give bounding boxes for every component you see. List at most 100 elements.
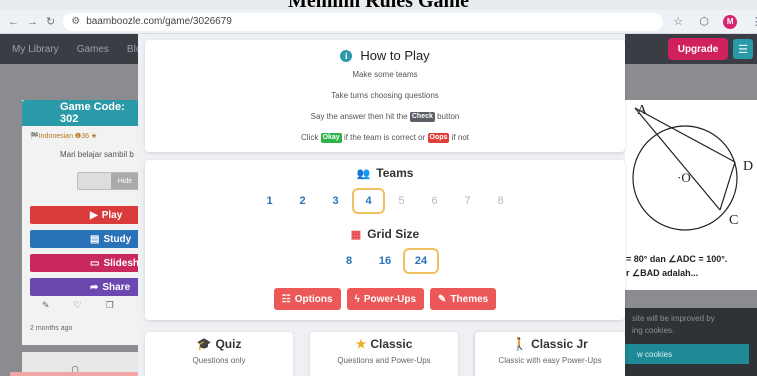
- team-option-4[interactable]: 4: [352, 188, 385, 214]
- brush-icon: ✎: [438, 293, 447, 305]
- rule-line-3-pre: Say the answer then hit the: [310, 112, 408, 122]
- quiz-heading: 🎓 Quiz: [145, 337, 293, 351]
- power-ups-button[interactable]: ϟ Power-Ups: [346, 288, 425, 310]
- how-to-play-card: i How to Play Make some teams Take turns…: [145, 40, 625, 152]
- options-button[interactable]: ☷ Options: [273, 288, 341, 310]
- users-icon: 👥: [356, 167, 371, 180]
- game-settings-card: 👥 Teams 1 2 3 4 5 6 7 8 ▦ Grid Size 8 16…: [145, 160, 625, 320]
- share-label: Share: [102, 281, 131, 293]
- oops-tag: Oops: [427, 133, 450, 143]
- mode-quiz-card[interactable]: 🎓 Quiz Questions only: [145, 332, 293, 376]
- url-text: baamboozle.com/game/3026679: [86, 16, 232, 27]
- team-option-5[interactable]: 5: [385, 188, 418, 214]
- rule-line-4: Click Okay if the team is correct or Oop…: [145, 133, 625, 143]
- edit-icon[interactable]: ✎: [42, 300, 50, 311]
- info-icon: i: [340, 49, 353, 62]
- classic-desc: Questions and Power-Ups: [337, 356, 431, 365]
- study-button[interactable]: ▤ Study: [30, 230, 140, 248]
- team-option-7[interactable]: 7: [451, 188, 484, 214]
- question-line-2: r ∠BAD adalah...: [626, 268, 699, 278]
- cookie-text-2: ing cookies.: [632, 326, 675, 335]
- options-label: Options: [294, 293, 333, 305]
- bookmark-star-icon[interactable]: ☆: [671, 15, 685, 29]
- okay-tag: Okay: [320, 133, 342, 143]
- cookie-text: site will be improved by ing cookies.: [632, 313, 715, 337]
- site-info-icon[interactable]: ⚙: [71, 16, 80, 27]
- star-icon: ★: [355, 337, 367, 351]
- overlay-caption: Memilih Rules Game: [287, 0, 470, 12]
- upgrade-button[interactable]: Upgrade: [668, 38, 728, 60]
- slideshow-button[interactable]: ▭Slidesho: [30, 254, 140, 272]
- browser-menu-icon[interactable]: ⋮: [749, 15, 757, 29]
- question-line-1: = 80° dan ∠ADC = 100°.: [626, 254, 728, 264]
- reload-icon[interactable]: ↻: [46, 15, 55, 29]
- grid-option-8[interactable]: 8: [331, 248, 367, 274]
- mode-classic-card[interactable]: ★ Classic Questions and Power-Ups: [310, 332, 458, 376]
- team-option-6[interactable]: 6: [418, 188, 451, 214]
- settings-actions: ☷ Options ϟ Power-Ups ✎ Themes: [145, 288, 625, 310]
- hamburger-menu-icon[interactable]: ☰: [733, 39, 753, 59]
- themes-label: Themes: [450, 293, 489, 305]
- play-label: Play: [101, 209, 123, 221]
- classic-jr-heading: 🚶 Classic Jr: [475, 337, 625, 351]
- mode-classic-jr-card[interactable]: 🚶 Classic Jr Classic with easy Power-Ups: [475, 332, 625, 376]
- rule-line-3: Say the answer then hit the Check button: [145, 112, 625, 122]
- sliders-icon: ☷: [281, 293, 291, 305]
- grid-option-16[interactable]: 16: [367, 248, 403, 274]
- cookie-text-1: site will be improved by: [632, 314, 715, 323]
- play-icon: ▶: [90, 209, 98, 221]
- classic-jr-desc: Classic with easy Power-Ups: [498, 356, 602, 365]
- extensions-icon[interactable]: ⬡: [697, 15, 711, 29]
- team-option-1[interactable]: 1: [253, 188, 286, 214]
- nav-my-library[interactable]: My Library: [12, 44, 59, 55]
- label-c: C: [729, 213, 738, 228]
- themes-button[interactable]: ✎ Themes: [430, 288, 497, 310]
- hide-toggle[interactable]: Hide: [77, 172, 140, 190]
- book-icon: ▤: [90, 233, 100, 245]
- bolt-icon: ϟ: [354, 293, 360, 305]
- study-label: Study: [103, 233, 132, 245]
- slideshow-label: Slidesho: [103, 257, 140, 269]
- play-button[interactable]: ▶ Play: [30, 206, 140, 224]
- copy-icon[interactable]: ❐: [106, 300, 114, 311]
- teams-options: 1 2 3 4 5 6 7 8: [145, 188, 625, 214]
- game-info-card: Game Code: 302 🏁Indonesian ❶36 ★ Mari be…: [22, 100, 140, 345]
- label-o: ·O: [677, 170, 691, 185]
- rule-line-3-post: button: [437, 112, 460, 122]
- browser-toolbar: ← → ↻ ⚙ baamboozle.com/game/3026679 ☆ ⬡ …: [0, 10, 757, 34]
- rule-line-2: Take turns choosing questions: [331, 91, 439, 100]
- rule-line-4-pre: Click: [301, 133, 319, 143]
- allow-cookies-button[interactable]: w cookies: [625, 344, 749, 364]
- team-option-2[interactable]: 2: [286, 188, 319, 214]
- address-bar[interactable]: ⚙ baamboozle.com/game/3026679: [63, 12, 664, 31]
- teams-title: Teams: [376, 166, 414, 180]
- rule-line-4-mid: if the team is correct or: [343, 133, 426, 143]
- share-button[interactable]: ➦ Share: [30, 278, 140, 296]
- team-option-8[interactable]: 8: [484, 188, 517, 214]
- profile-avatar[interactable]: M: [723, 14, 738, 29]
- grid-size-title: Grid Size: [367, 227, 420, 241]
- grid-icon: ▦: [350, 228, 362, 241]
- grid-size-options: 8 16 24: [145, 248, 625, 274]
- label-d: D: [743, 159, 753, 174]
- team-option-3[interactable]: 3: [319, 188, 352, 214]
- classic-jr-title: Classic Jr: [531, 337, 588, 351]
- question-text: = 80° dan ∠ADC = 100°. r ∠BAD adalah...: [626, 252, 727, 280]
- quiz-title: Quiz: [215, 337, 242, 351]
- label-a: A: [637, 103, 648, 118]
- how-to-play-heading: i How to Play: [145, 48, 625, 63]
- forward-icon[interactable]: →: [27, 15, 38, 29]
- nav-games[interactable]: Games: [77, 44, 109, 55]
- grid-option-24[interactable]: 24: [403, 248, 439, 274]
- monitor-icon: ▭: [90, 257, 100, 269]
- back-icon[interactable]: ←: [8, 15, 19, 29]
- classic-title: Classic: [370, 337, 413, 351]
- teams-heading: 👥 Teams: [145, 166, 625, 180]
- card-actions: ✎ ♡ ❐: [30, 300, 140, 311]
- time-ago: 2 months ago: [30, 325, 73, 332]
- game-description: Mari belajar sambil b: [60, 150, 134, 159]
- heart-icon[interactable]: ♡: [74, 300, 82, 311]
- hide-label: Hide: [111, 173, 139, 189]
- game-meta: 🏁Indonesian ❶36 ★: [30, 133, 98, 140]
- power-ups-label: Power-Ups: [363, 293, 417, 305]
